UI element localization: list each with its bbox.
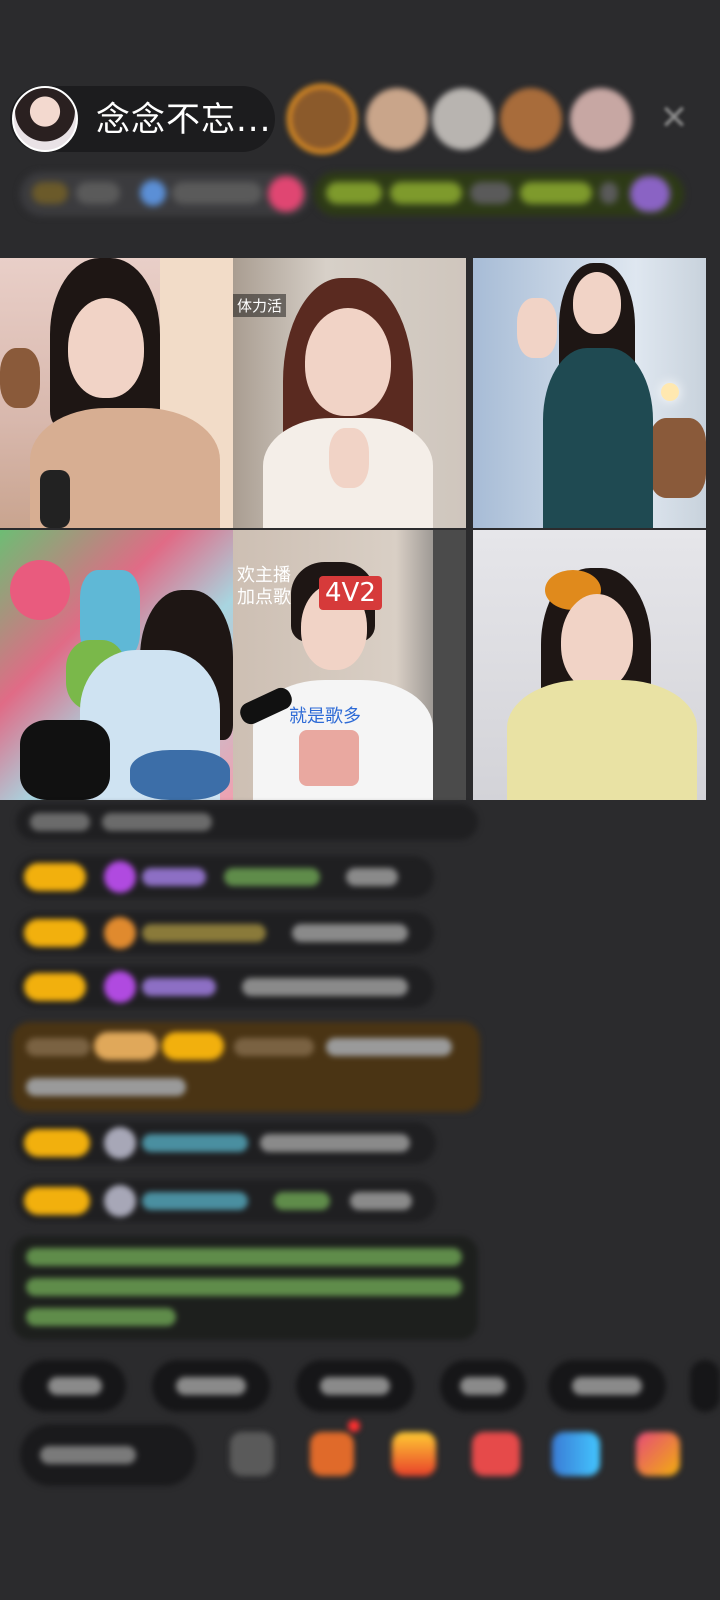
tile-2-overlay: 体力活 [233, 294, 287, 317]
quick-reply-button-6[interactable] [690, 1360, 720, 1412]
chat-message-3[interactable] [16, 912, 434, 954]
video-tile-2[interactable]: 体力活 [233, 258, 466, 528]
microphone-icon [40, 470, 70, 528]
system-notice [12, 1236, 478, 1340]
quick-reply-button-5[interactable] [548, 1360, 666, 1412]
video-tile-6[interactable] [473, 530, 706, 800]
video-tile-1[interactable] [0, 258, 233, 528]
lottery-icon[interactable] [392, 1432, 436, 1476]
viewer-avatar-5[interactable] [570, 88, 632, 150]
viewer-avatar-1[interactable] [287, 84, 357, 154]
chat-message-highlight[interactable] [12, 1022, 480, 1112]
host-name[interactable]: 念念不忘... [96, 100, 271, 140]
quick-reply-button-2[interactable] [152, 1360, 270, 1412]
close-icon[interactable]: ✕ [656, 100, 692, 136]
notification-dot [348, 1420, 360, 1432]
video-tile-4[interactable] [0, 530, 233, 800]
viewer-avatar-2[interactable] [366, 88, 428, 150]
tile-5-caption: 就是歌多 [289, 706, 361, 727]
quick-reply-button-3[interactable] [296, 1360, 414, 1412]
chat-message-6[interactable] [16, 1180, 436, 1222]
video-tile-3[interactable] [473, 258, 706, 528]
pk-badge: 4V2 [319, 576, 382, 610]
host-avatar[interactable] [12, 86, 78, 152]
video-tile-5[interactable]: 欢主播 加点歌 4V2 就是歌多 [233, 530, 466, 800]
chat-message-4[interactable] [16, 966, 434, 1008]
comment-input[interactable] [20, 1424, 196, 1486]
share-icon[interactable] [552, 1432, 600, 1476]
gift-icon[interactable] [636, 1432, 680, 1476]
chat-message-5[interactable] [16, 1122, 436, 1164]
quick-reply-button-1[interactable] [20, 1360, 126, 1412]
rank-badge-group[interactable] [20, 172, 310, 216]
gift-box-icon[interactable] [310, 1432, 354, 1476]
activity-badge-group[interactable] [314, 172, 684, 216]
quick-reply-button-4[interactable] [440, 1360, 526, 1412]
video-grid: 体力活 欢主播 加点歌 4V2 就是歌多 [0, 258, 706, 800]
more-options-icon[interactable] [230, 1432, 274, 1476]
viewer-avatar-3[interactable] [432, 88, 494, 150]
pk-icon[interactable] [472, 1432, 520, 1476]
chat-message-1[interactable] [16, 804, 478, 840]
viewer-avatar-4[interactable] [500, 88, 562, 150]
tile-5-overlay-line2: 加点歌 [237, 587, 291, 608]
chat-message-2[interactable] [16, 856, 434, 898]
